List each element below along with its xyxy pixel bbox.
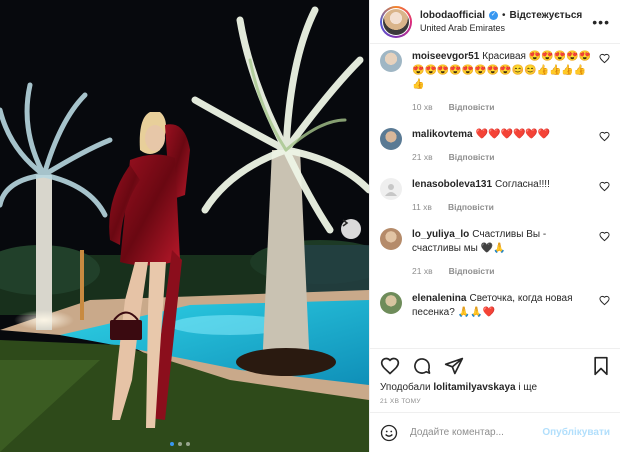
- likes-prefix: Уподобали: [380, 382, 431, 393]
- comment-bubble-icon[interactable]: [412, 356, 432, 376]
- verified-badge-icon: ✓: [489, 10, 498, 20]
- author-username[interactable]: lobodaofficial: [420, 9, 485, 22]
- commenter-avatar[interactable]: [380, 50, 402, 72]
- comment-username[interactable]: malikovtema: [412, 129, 473, 140]
- carousel-dot: [178, 442, 182, 446]
- likes-summary: Уподобали lolitamilyavskaya і ще: [370, 382, 620, 394]
- comment-time[interactable]: 21 хв: [412, 264, 433, 278]
- comment-text: ❤️❤️❤️❤️❤️❤️: [475, 129, 551, 140]
- add-comment-bar: Опублікувати: [370, 412, 620, 452]
- author-avatar[interactable]: [380, 5, 412, 38]
- carousel-dot-active: [170, 442, 174, 446]
- heart-outline-icon[interactable]: [599, 295, 610, 306]
- reply-button[interactable]: Відповісти: [449, 150, 495, 164]
- commenter-avatar[interactable]: [380, 128, 402, 150]
- like-heart-icon[interactable]: [380, 356, 400, 376]
- comment-input[interactable]: [410, 427, 543, 438]
- heart-outline-icon[interactable]: [599, 131, 610, 142]
- heart-outline-icon[interactable]: [599, 181, 610, 192]
- comment-item: lenasoboleva131 Согласна!!!! 11 хв Відпов…: [380, 178, 610, 214]
- comment-text: Согласна!!!!: [495, 179, 550, 190]
- comment-time[interactable]: 10 хв: [412, 100, 433, 114]
- following-button[interactable]: Відстежується: [510, 9, 583, 22]
- comment-item: lo_yuliya_lo Счастливы Вы - счастливы мы …: [380, 228, 610, 278]
- commenter-avatar[interactable]: [380, 228, 402, 250]
- comment-item: moiseevgor51 Красивая 😍😍😍😍😍😍😍😍😍😍😍😍😍😊😊👍👍👍👍…: [380, 50, 610, 114]
- post-timestamp[interactable]: 21 ХВ ТОМУ: [370, 394, 620, 412]
- bookmark-save-icon[interactable]: [592, 356, 610, 376]
- post-actions-bar: [370, 348, 620, 382]
- likes-suffix[interactable]: і ще: [518, 382, 537, 393]
- emoji-smiley-icon[interactable]: [380, 424, 398, 442]
- separator-dot: •: [502, 9, 506, 21]
- carousel-dot: [186, 442, 190, 446]
- carousel-indicator: [170, 442, 190, 446]
- author-info: lobodaofficial ✓ • Відстежується United …: [420, 9, 582, 35]
- post-comment-button[interactable]: Опублікувати: [542, 427, 610, 438]
- heart-outline-icon[interactable]: [599, 231, 610, 242]
- commenter-avatar[interactable]: [380, 178, 402, 200]
- comment-username[interactable]: moiseevgor51: [412, 51, 479, 62]
- reply-button[interactable]: Відповісти: [448, 200, 494, 214]
- next-photo-button[interactable]: [341, 219, 361, 239]
- post-photo-scene: [0, 0, 369, 452]
- comment-username[interactable]: elenalenina: [412, 293, 466, 304]
- post-location[interactable]: United Arab Emirates: [420, 22, 582, 35]
- comment-time[interactable]: 21 хв: [412, 150, 433, 164]
- heart-outline-icon[interactable]: [599, 53, 610, 64]
- comment-item: elenalenina Светочка, когда новая песенка…: [380, 292, 610, 320]
- post-photo[interactable]: [0, 0, 369, 452]
- comment-username[interactable]: lo_yuliya_lo: [412, 229, 469, 240]
- instagram-post: lobodaofficial ✓ • Відстежується United …: [0, 0, 620, 452]
- more-options-icon[interactable]: •••: [592, 14, 610, 30]
- chevron-right-icon: [342, 219, 349, 227]
- post-header: lobodaofficial ✓ • Відстежується United …: [370, 0, 620, 44]
- comments-list: moiseevgor51 Красивая 😍😍😍😍😍😍😍😍😍😍😍😍😍😊😊👍👍👍👍…: [370, 44, 620, 348]
- default-avatar-icon: [385, 184, 397, 196]
- comment-time[interactable]: 11 хв: [412, 200, 432, 214]
- commenter-avatar[interactable]: [380, 292, 402, 314]
- share-paper-plane-icon[interactable]: [444, 356, 464, 376]
- likes-user-link[interactable]: lolitamilyavskaya: [433, 382, 515, 393]
- post-side-panel: lobodaofficial ✓ • Відстежується United …: [369, 0, 620, 452]
- reply-button[interactable]: Відповісти: [449, 100, 495, 114]
- comment-username[interactable]: lenasoboleva131: [412, 179, 492, 190]
- reply-button[interactable]: Відповісти: [449, 264, 495, 278]
- comment-item: malikovtema ❤️❤️❤️❤️❤️❤️ 21 хв Відповісти: [380, 128, 610, 164]
